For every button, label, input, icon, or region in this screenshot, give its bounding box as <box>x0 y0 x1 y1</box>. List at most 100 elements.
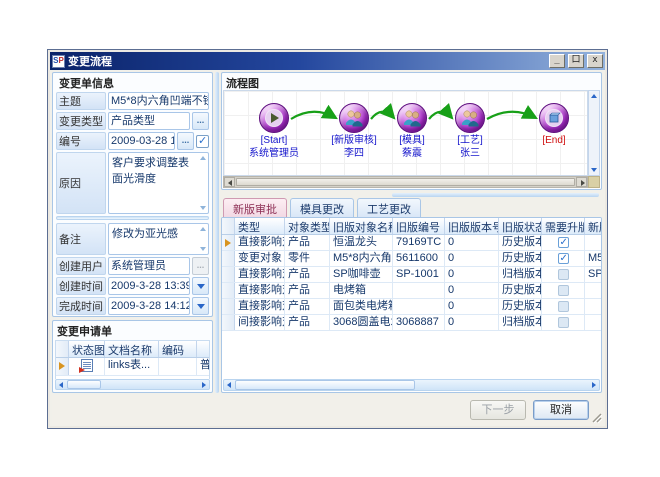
scroll-down-icon[interactable] <box>591 168 597 172</box>
column-header[interactable]: 对象类型 <box>285 218 330 234</box>
number-checkbox[interactable] <box>196 135 209 148</box>
end-node-icon[interactable] <box>539 103 569 133</box>
scroll-down-icon[interactable] <box>200 247 206 251</box>
grid-cell[interactable]: 0 <box>445 315 499 330</box>
subject-input[interactable]: M5*8内六角凹端不锈钢紧固螺钉 <box>108 92 209 110</box>
grid-cell[interactable] <box>585 235 601 250</box>
grid-cell[interactable]: 直接影响对象 <box>235 299 285 314</box>
grid-cell[interactable]: 面包类电烤箱 <box>330 299 393 314</box>
grid-row[interactable]: 直接影响对象产品面包类电烤箱 0历史版本 <box>222 299 601 315</box>
grid-cell[interactable]: 产品 <box>285 235 330 250</box>
scroll-left-icon[interactable] <box>56 380 67 389</box>
create-time-dropdown-button[interactable] <box>192 277 209 295</box>
grid-cell[interactable]: 零件 <box>285 251 330 266</box>
grid-cell[interactable]: M5*8 <box>585 251 601 266</box>
grid-cell[interactable] <box>542 251 585 266</box>
grid-cell[interactable]: 3068圆盖电水壶 <box>330 315 393 330</box>
remark-textarea[interactable]: 修改为亚光感 <box>108 223 209 255</box>
grid-cell[interactable] <box>542 235 585 250</box>
grid-cell[interactable]: 直接影响对象 <box>235 267 285 282</box>
grid-cell[interactable]: 产品 <box>285 267 330 282</box>
create-time-input[interactable]: 2009-3-28 13:39:01 <box>108 277 190 295</box>
grid-cell[interactable]: 5611600 <box>393 251 445 266</box>
grid-cell[interactable] <box>585 283 601 298</box>
upgrade-checkbox[interactable] <box>558 285 569 296</box>
grid-cell[interactable]: 历史版本 <box>499 299 542 314</box>
grid-cell[interactable]: 0 <box>445 299 499 314</box>
section-splitter[interactable] <box>56 216 209 220</box>
flow-grid-splitter[interactable] <box>392 193 599 197</box>
grid-cell[interactable]: 0 <box>445 235 499 250</box>
person-node-icon[interactable] <box>397 103 427 133</box>
tab-1[interactable]: 模具更改 <box>290 198 354 217</box>
column-header[interactable]: 旧版编号 <box>393 218 445 234</box>
scroll-right-icon[interactable] <box>588 380 599 390</box>
grid-cell[interactable] <box>542 299 585 314</box>
grid-cell[interactable] <box>542 315 585 330</box>
scroll-up-icon[interactable] <box>200 227 206 231</box>
grid-hscrollbar[interactable] <box>223 379 600 391</box>
grid-cell[interactable]: 历史版本 <box>499 235 542 250</box>
upgrade-checkbox[interactable] <box>558 237 569 248</box>
column-header[interactable] <box>197 341 209 357</box>
change-type-browse-button[interactable]: ... <box>192 112 209 130</box>
scrollbar-thumb[interactable] <box>67 380 101 389</box>
finish-time-dropdown-button[interactable] <box>192 297 209 315</box>
scroll-right-icon[interactable] <box>576 177 587 187</box>
cancel-button[interactable]: 取消 <box>533 400 589 420</box>
change-type-input[interactable]: 产品类型 <box>108 112 190 130</box>
reason-textarea[interactable]: 客户要求调整表面光滑度 <box>108 152 209 214</box>
grid-cell[interactable]: 直接影响对象 <box>235 283 285 298</box>
grid-cell[interactable]: 恒温龙头 <box>330 235 393 250</box>
grid-cell[interactable]: 历史版本 <box>499 251 542 266</box>
flow-node-end[interactable]: [End] <box>518 103 588 146</box>
title-bar[interactable]: SP 变更流程 _ 口 x <box>50 52 605 70</box>
grid-cell[interactable]: 0 <box>445 251 499 266</box>
flow-canvas[interactable]: [Start]系统管理员[新版审核]李四[模具]蔡震[工艺]张三[End] <box>223 90 588 176</box>
flow-node-工艺[interactable]: [工艺]张三 <box>434 103 506 159</box>
grid-cell[interactable]: 普通 <box>197 358 209 375</box>
grid-cell[interactable]: 归档版本 <box>499 315 542 330</box>
upgrade-checkbox[interactable] <box>558 253 569 264</box>
grid-cell[interactable]: SP咖啡壶 <box>330 267 393 282</box>
grid-row[interactable]: 直接影响对象产品电烤箱0历史版本 <box>222 283 601 299</box>
grid-cell[interactable]: 直接影响对象 <box>235 235 285 250</box>
grid-row[interactable]: 直接影响对象产品SP咖啡壶SP-10010归档版本 SP咖 <box>222 267 601 283</box>
grid-cell[interactable]: 3068887 <box>393 315 445 330</box>
grid-cell[interactable]: 0 <box>445 267 499 282</box>
person-node-icon[interactable] <box>455 103 485 133</box>
grid-cell[interactable]: 产品 <box>285 283 330 298</box>
upgrade-checkbox[interactable] <box>558 317 569 328</box>
column-header[interactable]: 编码 <box>159 341 197 357</box>
grid-cell[interactable] <box>393 299 445 314</box>
upgrade-checkbox[interactable] <box>558 301 569 312</box>
grid-cell[interactable]: 产品 <box>285 299 330 314</box>
grid-cell[interactable]: 电烤箱 <box>330 283 393 298</box>
scrollbar-thumb[interactable] <box>236 178 575 186</box>
scroll-left-icon[interactable] <box>224 380 235 390</box>
panel-splitter[interactable] <box>215 72 219 393</box>
grid-cell[interactable]: 变更对象 <box>235 251 285 266</box>
grid-cell[interactable] <box>585 299 601 314</box>
column-header[interactable]: 文档名称 <box>105 341 159 357</box>
grid-cell[interactable]: 历史版本 <box>499 283 542 298</box>
grid-cell[interactable] <box>159 358 197 375</box>
grid-row[interactable]: 间接影响对象产品3068圆盖电水壶30688870归档版本 <box>222 315 601 331</box>
start-node-icon[interactable] <box>259 103 289 133</box>
number-browse-button[interactable]: ... <box>177 132 194 150</box>
minimize-button[interactable]: _ <box>549 54 565 68</box>
column-header[interactable]: 状态图 <box>69 341 105 357</box>
request-grid-hscrollbar[interactable] <box>55 379 210 390</box>
grid-cell[interactable] <box>542 267 585 282</box>
finish-time-input[interactable]: 2009-3-28 14:12:50 <box>108 297 190 315</box>
scroll-up-icon[interactable] <box>591 94 597 98</box>
grid-row[interactable]: 直接影响对象产品恒温龙头79169TC0历史版本 <box>222 235 601 251</box>
grid-cell[interactable]: links表... <box>105 358 159 375</box>
column-header[interactable]: 需要升版 <box>542 218 585 234</box>
tab-0[interactable]: 新版审批 <box>223 198 287 217</box>
grid-cell[interactable]: SP咖 <box>585 267 601 282</box>
grid-cell[interactable]: 归档版本 <box>499 267 542 282</box>
person-node-icon[interactable] <box>339 103 369 133</box>
remark-scrollbar[interactable] <box>198 225 207 253</box>
grid-cell[interactable]: SP-1001 <box>393 267 445 282</box>
